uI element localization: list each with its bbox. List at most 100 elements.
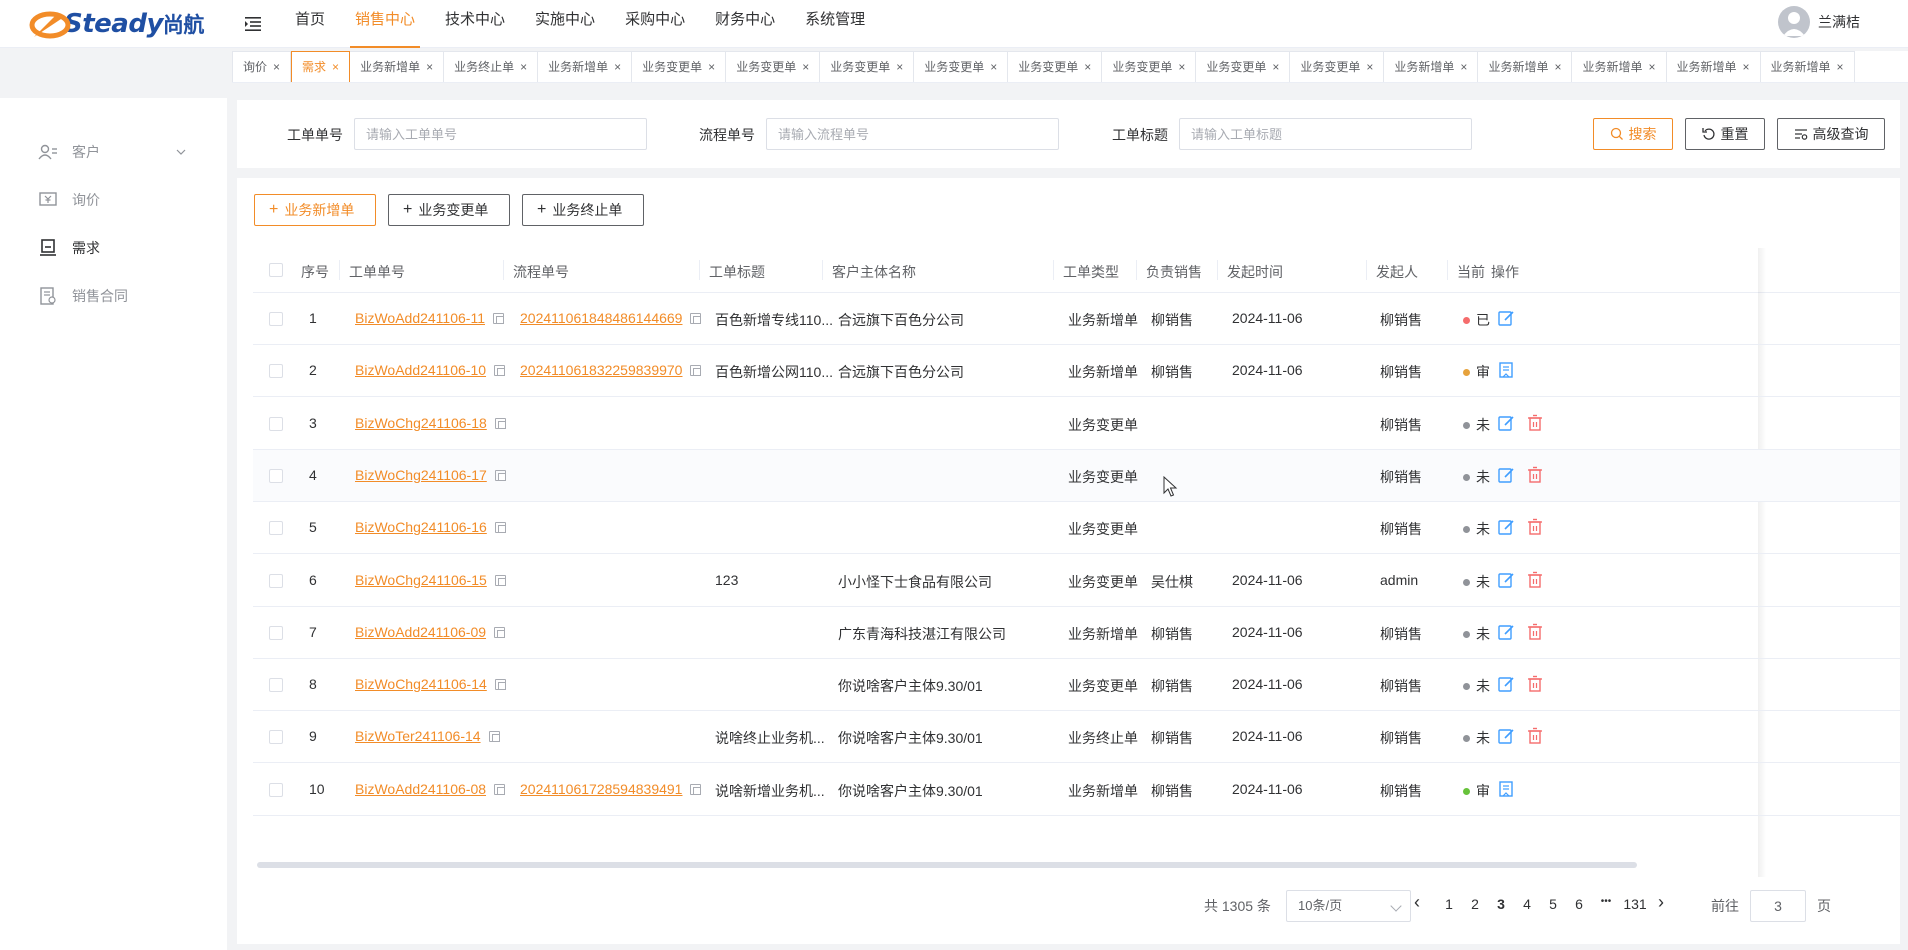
copy-icon[interactable] bbox=[494, 365, 506, 377]
horizontal-scrollbar[interactable] bbox=[257, 862, 1637, 868]
close-icon[interactable]: × bbox=[1366, 52, 1373, 82]
tab-item[interactable]: 业务新增单 × bbox=[350, 51, 445, 82]
table-row[interactable]: 10 BizWoAdd241106-08 202411061728594839491… bbox=[253, 764, 1900, 816]
table-row[interactable]: 4 BizWoChg241106-17 业务变更单 柳销售 未 bbox=[253, 449, 1900, 502]
edit-icon[interactable] bbox=[1497, 518, 1515, 536]
close-icon[interactable]: × bbox=[520, 52, 527, 82]
edit-icon[interactable] bbox=[1497, 466, 1515, 484]
sidebar-item-demand[interactable]: 需求 bbox=[38, 236, 100, 260]
close-icon[interactable]: × bbox=[1554, 52, 1561, 82]
delete-icon[interactable] bbox=[1526, 623, 1544, 641]
copy-icon[interactable] bbox=[690, 313, 702, 324]
table-row[interactable]: 3 BizWoChg241106-18 业务变更单 柳销售 未 bbox=[253, 398, 1900, 450]
close-icon[interactable]: × bbox=[1084, 52, 1091, 82]
close-icon[interactable]: × bbox=[614, 52, 621, 82]
tab-item[interactable]: 业务变更单 × bbox=[1102, 51, 1197, 82]
nav-item-5[interactable]: 财务中心 bbox=[700, 0, 790, 48]
row-checkbox[interactable] bbox=[269, 678, 283, 693]
row-checkbox[interactable] bbox=[269, 312, 283, 326]
work-order-link-text[interactable]: BizWoAdd241106-10 bbox=[355, 362, 486, 378]
nav-item-0[interactable]: 首页 bbox=[280, 0, 340, 48]
close-icon[interactable]: × bbox=[1743, 52, 1750, 82]
page-6[interactable]: 6 bbox=[1567, 896, 1591, 912]
edit-icon[interactable] bbox=[1497, 675, 1515, 693]
row-checkbox[interactable] bbox=[269, 364, 283, 379]
row-checkbox[interactable] bbox=[269, 625, 283, 640]
tab-item[interactable]: 业务新增单 × bbox=[1760, 51, 1855, 82]
next-page-icon[interactable]: › bbox=[1649, 892, 1673, 913]
copy-icon[interactable] bbox=[494, 574, 506, 586]
goto-page-input[interactable] bbox=[1750, 890, 1806, 922]
search-button[interactable]: 搜索 bbox=[1593, 118, 1673, 150]
row-checkbox[interactable] bbox=[269, 468, 283, 483]
work-order-link-text[interactable]: BizWoTer241106-14 bbox=[355, 728, 481, 744]
row-checkbox[interactable] bbox=[269, 521, 283, 536]
advanced-search-button[interactable]: 高级查询 bbox=[1777, 118, 1885, 150]
page-131[interactable]: 131 bbox=[1623, 896, 1647, 912]
close-icon[interactable]: × bbox=[1648, 52, 1655, 82]
nav-item-3[interactable]: 实施中心 bbox=[520, 0, 610, 48]
change-business-order-button[interactable]: + 业务变更单 bbox=[388, 194, 510, 226]
table-row[interactable]: 6 BizWoChg241106-15 123 小小怪下士食品有限公司 业务变更单 吴仕棋… bbox=[253, 555, 1900, 607]
work-order-title-input[interactable] bbox=[1179, 118, 1472, 150]
page-1[interactable]: 1 bbox=[1437, 896, 1461, 912]
copy-icon[interactable] bbox=[488, 731, 500, 743]
select-all-checkbox[interactable] bbox=[269, 263, 283, 277]
review-icon[interactable] bbox=[1497, 361, 1515, 379]
tab-item[interactable]: 询价 × bbox=[232, 51, 292, 82]
sidebar-item-inquiry[interactable]: 询价 bbox=[38, 188, 100, 212]
delete-icon[interactable] bbox=[1526, 571, 1544, 589]
close-icon[interactable]: × bbox=[708, 52, 715, 82]
add-business-order-button[interactable]: + 业务新增单 bbox=[254, 194, 376, 226]
delete-icon[interactable] bbox=[1526, 518, 1544, 536]
edit-icon[interactable] bbox=[1497, 623, 1515, 641]
page-5[interactable]: 5 bbox=[1541, 896, 1565, 912]
edit-icon[interactable] bbox=[1497, 414, 1515, 432]
page-3[interactable]: 3 bbox=[1489, 896, 1513, 912]
logo[interactable]: Steady尚航 bbox=[28, 6, 204, 42]
row-checkbox[interactable] bbox=[269, 416, 283, 431]
row-checkbox[interactable] bbox=[269, 730, 283, 745]
copy-icon[interactable] bbox=[494, 469, 506, 481]
copy-icon[interactable] bbox=[494, 417, 506, 429]
page-more[interactable]: ••• bbox=[1594, 896, 1618, 907]
work-order-link-text[interactable]: BizWoAdd241106-08 bbox=[355, 781, 486, 797]
table-row[interactable]: 1 BizWoAdd241106-11 202411061848486144669 百… bbox=[253, 293, 1900, 345]
close-icon[interactable]: × bbox=[332, 52, 339, 82]
nav-item-2[interactable]: 技术中心 bbox=[430, 0, 520, 48]
flow-number-input[interactable] bbox=[766, 118, 1059, 150]
tab-item[interactable]: 业务新增单 × bbox=[1384, 51, 1479, 82]
close-icon[interactable]: × bbox=[273, 52, 280, 82]
close-icon[interactable]: × bbox=[1460, 52, 1467, 82]
delete-icon[interactable] bbox=[1526, 414, 1544, 432]
page-4[interactable]: 4 bbox=[1515, 896, 1539, 912]
work-order-link-text[interactable]: BizWoChg241106-16 bbox=[355, 519, 487, 535]
prev-page-icon[interactable]: ‹ bbox=[1405, 892, 1429, 913]
work-order-link-text[interactable]: BizWoChg241106-17 bbox=[355, 467, 487, 483]
copy-icon[interactable] bbox=[690, 783, 702, 795]
avatar[interactable] bbox=[1778, 6, 1810, 38]
reset-button[interactable]: 重置 bbox=[1685, 118, 1765, 150]
close-icon[interactable]: × bbox=[802, 52, 809, 82]
tab-item[interactable]: 业务变更单 × bbox=[1290, 51, 1385, 82]
menu-toggle-icon[interactable] bbox=[244, 15, 262, 33]
flow-number-link-text[interactable]: 202411061832259839970 bbox=[520, 362, 682, 378]
table-row[interactable]: 9 BizWoTer241106-14 说啥终止业务机... 你说啥客户主体9.30/… bbox=[253, 711, 1900, 764]
row-checkbox[interactable] bbox=[269, 782, 283, 797]
tab-item[interactable]: 业务变更单 × bbox=[632, 51, 727, 82]
page-2[interactable]: 2 bbox=[1463, 896, 1487, 912]
work-order-input[interactable] bbox=[354, 118, 647, 150]
work-order-link-text[interactable]: BizWoAdd241106-09 bbox=[355, 624, 486, 640]
flow-number-link-text[interactable]: 202411061728594839491 bbox=[520, 781, 682, 797]
work-order-link-text[interactable]: BizWoAdd241106-11 bbox=[355, 310, 485, 326]
copy-icon[interactable] bbox=[494, 783, 506, 795]
delete-icon[interactable] bbox=[1526, 727, 1544, 745]
review-icon[interactable] bbox=[1497, 780, 1515, 798]
flow-number-link-text[interactable]: 202411061848486144669 bbox=[520, 310, 682, 326]
tab-item[interactable]: 业务变更单 × bbox=[1196, 51, 1291, 82]
tab-item[interactable]: 业务新增单 × bbox=[1572, 51, 1667, 82]
tab-item[interactable]: 业务新增单 × bbox=[1478, 51, 1573, 82]
edit-icon[interactable] bbox=[1497, 727, 1515, 745]
close-icon[interactable]: × bbox=[896, 52, 903, 82]
tab-item[interactable]: 业务变更单 × bbox=[726, 51, 821, 82]
